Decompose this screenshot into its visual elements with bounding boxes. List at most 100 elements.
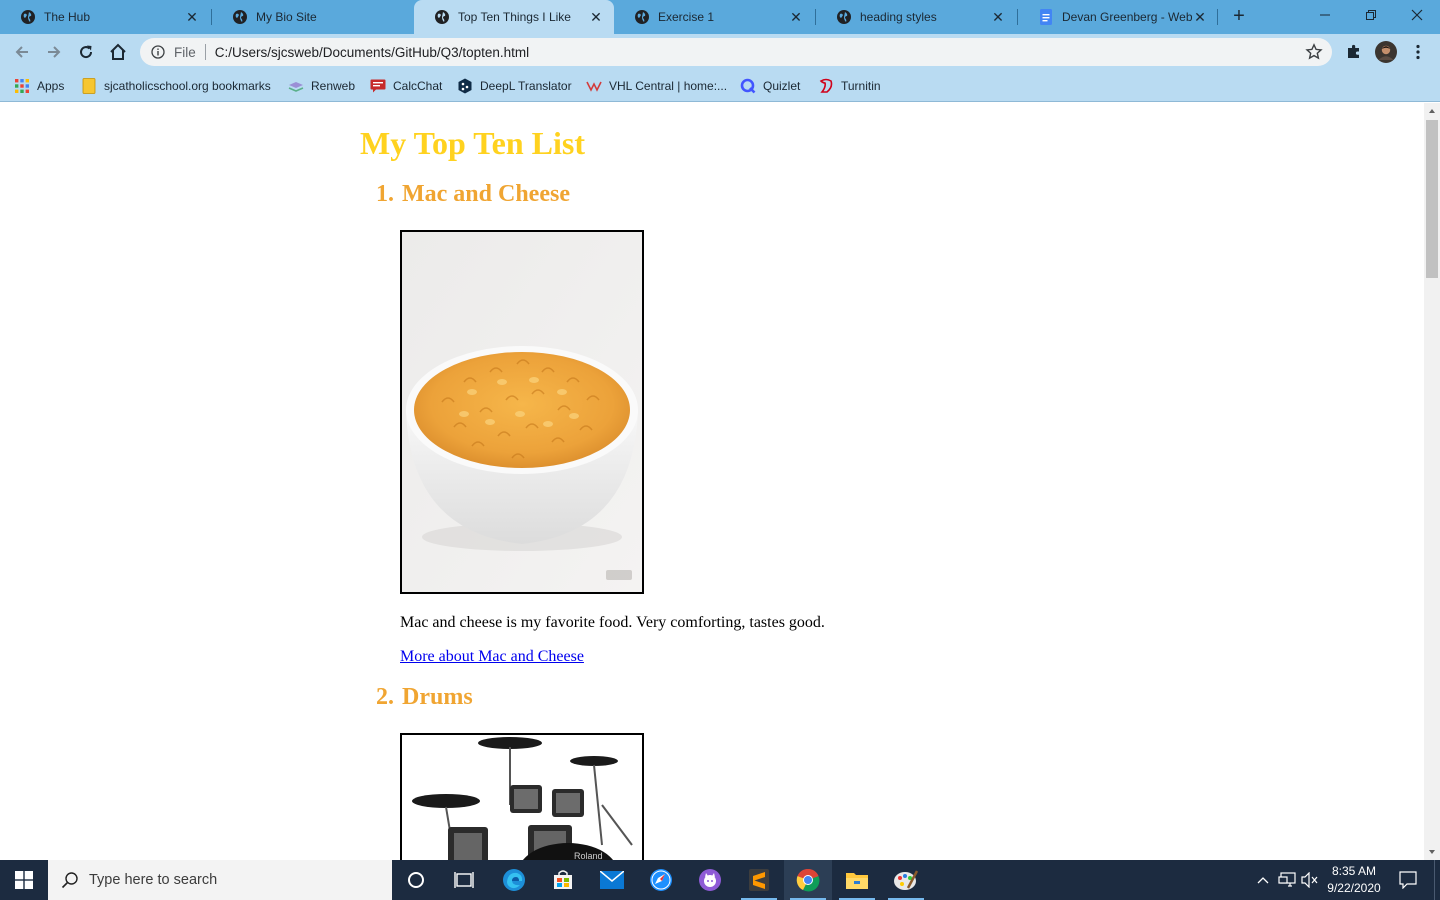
close-icon[interactable]: ✕: [788, 9, 804, 25]
tab-exercise-1[interactable]: Exercise 1 ✕: [614, 0, 814, 34]
clock-time: 8:35 AM: [1331, 864, 1377, 878]
taskbar-safari[interactable]: [637, 860, 685, 900]
tab-title: heading styles: [860, 10, 937, 24]
url-text[interactable]: C:/Users/sjcsweb/Documents/GitHub/Q3/top…: [215, 45, 1305, 60]
volume-muted-icon: [1301, 872, 1318, 888]
scrollbar-thumb[interactable]: [1426, 120, 1438, 278]
tab-the-hub[interactable]: The Hub ✕: [0, 0, 210, 34]
triangle-down-icon: [1429, 850, 1435, 854]
chrome-menu-button[interactable]: [1404, 38, 1432, 66]
task-view-button[interactable]: [440, 860, 488, 900]
url-scheme-label: File: [174, 44, 196, 60]
reload-button[interactable]: [72, 38, 100, 66]
mac-and-cheese-image: [400, 230, 644, 594]
close-window-button[interactable]: [1394, 0, 1440, 30]
bookmark-sjcatholicschool-folder[interactable]: sjcatholicschool.org bookmarks: [81, 76, 271, 96]
forward-button[interactable]: [40, 38, 68, 66]
restore-button[interactable]: [1348, 0, 1394, 30]
scroll-up-button[interactable]: [1424, 103, 1440, 119]
page-scrollbar[interactable]: [1424, 103, 1440, 860]
bookmark-calcchat[interactable]: CalcChat: [370, 76, 442, 96]
taskbar-chrome[interactable]: [784, 860, 832, 900]
tab-separator: [1217, 9, 1218, 25]
drum-kit-photo: Roland: [402, 735, 642, 860]
start-button[interactable]: [0, 860, 48, 900]
list-item-name: Drums: [402, 684, 473, 710]
list-item-number: 1.: [376, 181, 394, 207]
profile-avatar-button[interactable]: [1372, 38, 1400, 66]
reload-icon: [80, 45, 93, 59]
roland-brand-text: Roland: [574, 851, 603, 860]
bookmark-label: sjcatholicschool.org bookmarks: [104, 79, 271, 93]
tab-title: My Bio Site: [256, 10, 317, 24]
cortana-button[interactable]: [392, 860, 440, 900]
folder-icon: [81, 78, 97, 94]
taskbar-file-explorer[interactable]: [833, 860, 881, 900]
store-icon: [554, 870, 572, 889]
search-icon: [61, 872, 78, 889]
close-icon[interactable]: ✕: [1192, 9, 1208, 25]
notification-icon: [1399, 871, 1417, 889]
volume-button[interactable]: [1300, 860, 1320, 900]
taskbar-search-box[interactable]: Type here to search: [48, 860, 392, 900]
deepl-icon: [457, 78, 473, 94]
mail-icon: [600, 871, 624, 889]
info-icon[interactable]: [151, 45, 165, 59]
tab-my-bio-site[interactable]: My Bio Site: [212, 0, 412, 34]
arrow-right-icon: [48, 46, 61, 58]
bookmark-deepl-translator[interactable]: DeepL Translator: [457, 76, 572, 96]
network-button[interactable]: [1276, 860, 1298, 900]
list-item-heading: 2. Drums: [376, 684, 473, 711]
bookmark-quizlet[interactable]: Quizlet: [740, 76, 800, 96]
page-viewport: My Top Ten List 1. Mac and Cheese Mac an…: [0, 103, 1424, 860]
taskbar-clock[interactable]: 8:35 AM 9/22/2020: [1318, 863, 1390, 897]
github-desktop-icon: [699, 869, 721, 891]
puzzle-icon: [1348, 44, 1359, 58]
triangle-up-icon: [1429, 109, 1435, 113]
taskbar-sublime-text[interactable]: [735, 860, 783, 900]
close-icon[interactable]: ✕: [588, 9, 604, 25]
home-button[interactable]: [104, 38, 132, 66]
globe-icon: [20, 9, 36, 25]
minimize-icon: [1320, 14, 1330, 16]
taskbar-github-desktop[interactable]: [686, 860, 734, 900]
search-placeholder: Type here to search: [89, 872, 218, 888]
bookmark-renweb[interactable]: Renweb: [288, 76, 355, 96]
close-icon[interactable]: ✕: [990, 9, 1006, 25]
tab-heading-styles[interactable]: heading styles ✕: [816, 0, 1016, 34]
tab-top-ten-things[interactable]: Top Ten Things I Like ✕: [414, 0, 614, 34]
address-bar[interactable]: File C:/Users/sjcsweb/Documents/GitHub/Q…: [140, 38, 1332, 66]
bookmark-apps[interactable]: Apps: [14, 76, 64, 96]
globe-icon: [232, 9, 248, 25]
bookmark-star-icon[interactable]: [1305, 43, 1323, 61]
back-button[interactable]: [8, 38, 36, 66]
taskbar-edge[interactable]: [490, 860, 538, 900]
bookmark-vhl-central[interactable]: VHL Central | home:...: [586, 76, 727, 96]
cortana-icon: [408, 872, 424, 888]
avatar: [1375, 41, 1397, 63]
minimize-button[interactable]: [1302, 0, 1348, 30]
taskbar-store[interactable]: [539, 860, 587, 900]
task-view-icon: [454, 872, 474, 888]
show-hidden-icons-button[interactable]: [1252, 860, 1274, 900]
safari-icon: [650, 869, 672, 891]
more-about-mac-and-cheese-link[interactable]: More about Mac and Cheese: [400, 648, 584, 666]
bookmarks-bar: Apps sjcatholicschool.org bookmarks Renw…: [0, 70, 1440, 102]
bookmark-label: Renweb: [311, 79, 356, 93]
calcchat-icon: [370, 78, 386, 94]
show-desktop-button[interactable]: [1434, 860, 1440, 900]
action-center-button[interactable]: [1394, 860, 1422, 900]
tab-devan-greenberg[interactable]: Devan Greenberg - Web D ✕: [1018, 0, 1218, 34]
extensions-button[interactable]: [1340, 38, 1368, 66]
new-tab-button[interactable]: +: [1228, 5, 1250, 27]
taskbar-mail[interactable]: [588, 860, 636, 900]
bookmark-turnitin[interactable]: Turnitin: [818, 76, 881, 96]
kebab-menu-icon: [1416, 44, 1420, 60]
taskbar-paint[interactable]: [882, 860, 930, 900]
turnitin-icon: [818, 78, 834, 94]
list-item-heading: 1. Mac and Cheese: [376, 181, 570, 208]
close-icon[interactable]: ✕: [184, 9, 200, 25]
page-title: My Top Ten List: [360, 125, 585, 161]
scroll-down-button[interactable]: [1424, 844, 1440, 860]
vhl-icon: [586, 78, 602, 94]
